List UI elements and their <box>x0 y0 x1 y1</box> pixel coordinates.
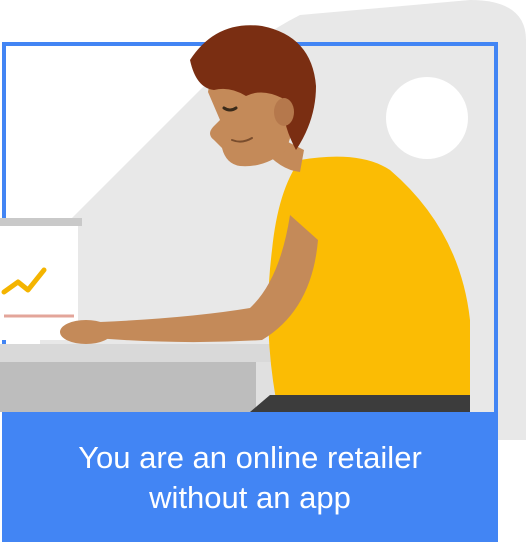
person-ear <box>274 98 294 126</box>
caption-band: You are an online retailer without an ap… <box>3 412 497 540</box>
person-hand <box>60 320 112 344</box>
card-caption: You are an online retailer without an ap… <box>78 440 422 515</box>
laptop-screen-top <box>0 218 82 226</box>
tag-hole-icon <box>386 77 468 159</box>
laptop-screen <box>0 222 78 340</box>
retailer-card[interactable]: You are an online retailer without an ap… <box>0 0 526 542</box>
person-pants <box>250 395 470 412</box>
desk-top <box>0 344 316 362</box>
